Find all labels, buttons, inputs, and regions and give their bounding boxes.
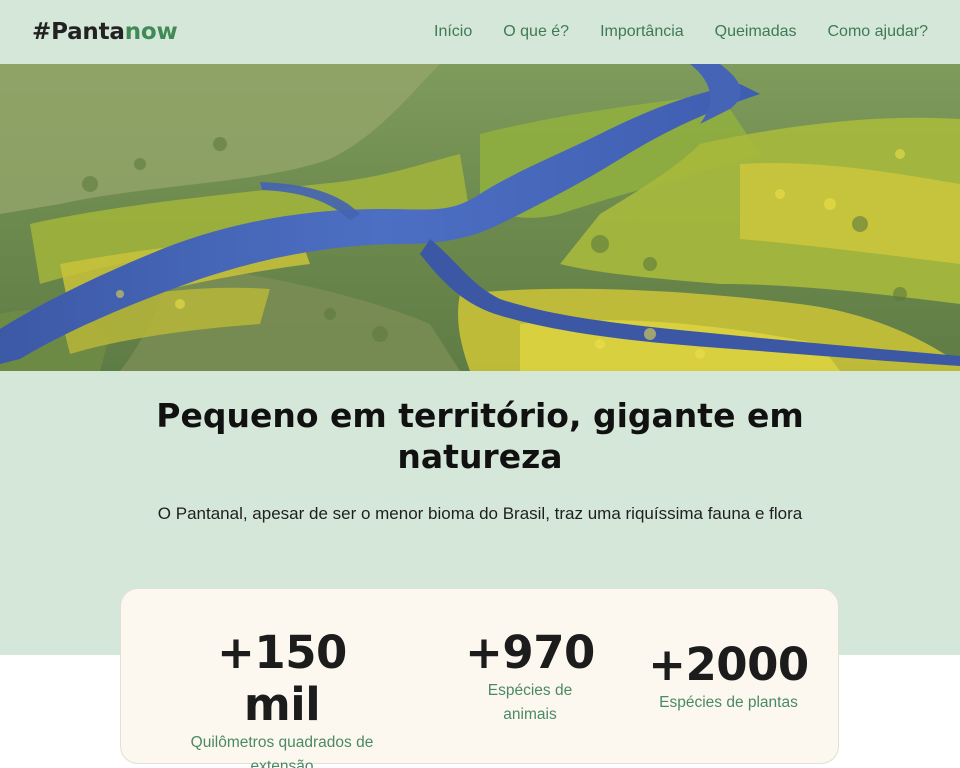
nav-link-o-que-e[interactable]: O que é?	[503, 23, 569, 41]
hero-image	[0, 64, 960, 371]
logo-main-text: #Panta	[32, 19, 125, 45]
nav-link-inicio[interactable]: Início	[434, 23, 472, 41]
stats-card: +150 mil Quilômetros quadrados de extens…	[120, 588, 839, 768]
intro-title: Pequeno em território, gigante em nature…	[156, 396, 804, 476]
intro-text: O Pantanal, apesar de ser o menor bioma …	[157, 504, 803, 523]
pantanal-aerial-photo	[0, 64, 960, 371]
stat-value: +2000	[648, 638, 809, 691]
stat-value: +970	[465, 626, 595, 679]
stat-area: +150 mil Quilômetros quadrados de extens…	[173, 627, 391, 768]
main-nav: Início O que é? Importância Queimadas Co…	[434, 23, 928, 41]
stat-animals: +970 Espécies de animais	[461, 627, 599, 727]
nav-link-queimadas[interactable]: Queimadas	[715, 23, 797, 41]
stat-label: Espécies de plantas	[659, 694, 798, 711]
stat-label: Espécies de animais	[487, 682, 573, 723]
logo-accent-text: now	[124, 19, 178, 45]
stat-plants: +2000 Espécies de plantas	[641, 639, 816, 715]
stat-label: Quilômetros quadrados de extensão	[190, 734, 374, 768]
site-logo[interactable]: #Pantanow	[32, 19, 178, 45]
nav-link-importancia[interactable]: Importância	[600, 23, 684, 41]
site-header: #Pantanow Início O que é? Importância Qu…	[0, 0, 960, 64]
stat-value: +150 mil	[217, 626, 347, 731]
nav-link-como-ajudar[interactable]: Como ajudar?	[828, 23, 929, 41]
